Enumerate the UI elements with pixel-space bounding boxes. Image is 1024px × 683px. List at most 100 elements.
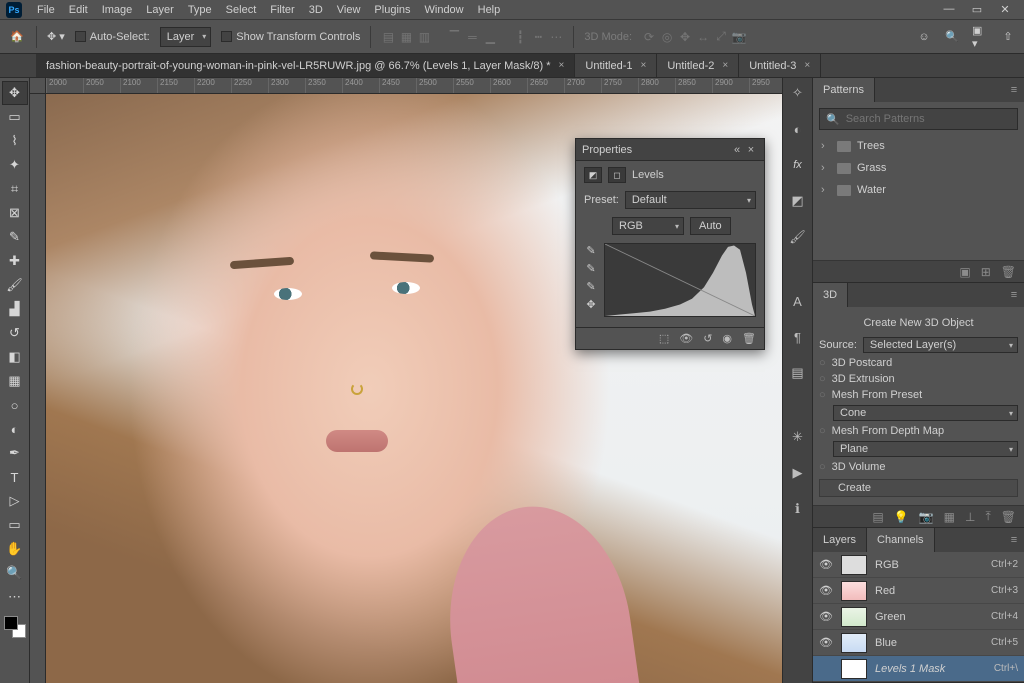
mask-icon[interactable]: ◻: [608, 167, 626, 183]
document-tab[interactable]: Untitled-2 ×: [657, 54, 739, 77]
distribute-v-icon[interactable]: ┅: [531, 30, 545, 44]
blur-tool[interactable]: ○: [3, 394, 27, 416]
info-dock-icon[interactable]: ℹ: [789, 500, 807, 518]
preview-icon[interactable]: ◉: [722, 332, 732, 345]
channel-row[interactable]: 👁GreenCtrl+4: [813, 604, 1024, 630]
align-right-icon[interactable]: ▥: [417, 30, 431, 44]
delete-adjustment-icon[interactable]: 🗑: [742, 332, 756, 345]
3d-opt-meshpreset[interactable]: Mesh From Preset: [819, 389, 1018, 401]
search-icon[interactable]: 🔍: [944, 29, 960, 45]
3d-opt-postcard[interactable]: 3D Postcard: [819, 357, 1018, 369]
slide-3d-icon[interactable]: ↔: [696, 30, 710, 44]
path-select-tool[interactable]: ▷: [3, 490, 27, 512]
menu-file[interactable]: File: [30, 2, 62, 18]
channel-row[interactable]: 👁RedCtrl+3: [813, 578, 1024, 604]
roll-3d-icon[interactable]: ◎: [660, 30, 674, 44]
hand-tool[interactable]: ✋: [3, 538, 27, 560]
menu-3d[interactable]: 3D: [302, 2, 330, 18]
toggle-visibility-icon[interactable]: 👁: [679, 332, 693, 345]
visibility-icon[interactable]: 👁: [819, 558, 833, 571]
frame-tool[interactable]: ⊠: [3, 202, 27, 224]
3d-meshpreset-dropdown[interactable]: Cone: [833, 405, 1018, 421]
dodge-tool[interactable]: ◐: [3, 418, 27, 440]
marquee-tool[interactable]: ▭: [3, 106, 27, 128]
quick-select-tool[interactable]: ✦: [3, 154, 27, 176]
share-icon[interactable]: ⇧: [1000, 29, 1016, 45]
move-tool[interactable]: ✥: [3, 82, 27, 104]
gray-point-picker-icon[interactable]: ✎: [584, 261, 598, 275]
zoom-tool[interactable]: 🔍: [3, 562, 27, 584]
auto-select-target-dropdown[interactable]: Layer: [160, 27, 212, 47]
document-tab[interactable]: Untitled-3 ×: [739, 54, 821, 77]
workspace-icon[interactable]: ▣ ▾: [972, 29, 988, 45]
close-panel-icon[interactable]: ×: [744, 144, 758, 156]
ruler-origin[interactable]: [30, 78, 46, 94]
patterns-search[interactable]: 🔍: [819, 108, 1018, 130]
adjustments-dock-icon[interactable]: ◩: [789, 192, 807, 210]
panel-tab-3d[interactable]: 3D: [813, 283, 848, 307]
menu-view[interactable]: View: [330, 2, 368, 18]
visibility-icon[interactable]: 👁: [819, 584, 833, 597]
navigator-dock-icon[interactable]: ✧: [789, 84, 807, 102]
edit-toolbar[interactable]: ⋯: [3, 586, 27, 608]
3d-light-icon[interactable]: 💡: [894, 510, 909, 524]
home-button[interactable]: 🏠: [8, 28, 26, 46]
3d-scene-icon[interactable]: ▦: [944, 510, 955, 524]
3d-opt-depthmap[interactable]: Mesh From Depth Map: [819, 425, 1018, 437]
lasso-tool[interactable]: ⌇: [3, 130, 27, 152]
menu-window[interactable]: Window: [418, 2, 471, 18]
3d-create-button[interactable]: Create: [819, 479, 1018, 497]
properties-header[interactable]: Properties « ×: [576, 139, 764, 161]
close-tab-icon[interactable]: ×: [640, 60, 646, 71]
close-tab-icon[interactable]: ×: [722, 60, 728, 71]
align-hcenter-icon[interactable]: ▦: [399, 30, 413, 44]
document-tab[interactable]: Untitled-1 ×: [575, 54, 657, 77]
ruler-vertical[interactable]: [30, 94, 46, 683]
character-dock-icon[interactable]: A: [789, 292, 807, 310]
3d-new-icon[interactable]: ⊥: [965, 510, 975, 524]
eraser-tool[interactable]: ◧: [3, 346, 27, 368]
preset-dropdown[interactable]: Default: [625, 191, 756, 209]
menu-layer[interactable]: Layer: [139, 2, 181, 18]
close-button[interactable]: ✕: [998, 3, 1012, 16]
new-group-icon[interactable]: ▣: [959, 265, 970, 279]
panel-tab-layers[interactable]: Layers: [813, 528, 867, 552]
pan-3d-icon[interactable]: ✥: [678, 30, 692, 44]
color-dock-icon[interactable]: ◐: [789, 120, 807, 138]
sample-point-icon[interactable]: ✥: [584, 297, 598, 311]
clip-to-layer-icon[interactable]: ⬚: [659, 332, 669, 345]
account-icon[interactable]: ☺: [916, 29, 932, 45]
visibility-icon[interactable]: 👁: [819, 636, 833, 649]
3d-depthmap-dropdown[interactable]: Plane: [833, 441, 1018, 457]
pen-tool[interactable]: ✒: [3, 442, 27, 464]
history-brush-tool[interactable]: ↺: [3, 322, 27, 344]
patterns-search-input[interactable]: [846, 113, 1011, 125]
adjustment-icon[interactable]: ◩: [584, 167, 602, 183]
align-more-icon[interactable]: ⋯: [549, 30, 563, 44]
close-tab-icon[interactable]: ×: [559, 60, 565, 71]
channel-row[interactable]: 👁BlueCtrl+5: [813, 630, 1024, 656]
pattern-folder[interactable]: ›Trees: [819, 138, 1018, 154]
styles-dock-icon[interactable]: fx: [789, 156, 807, 174]
panel-menu-icon[interactable]: ≡: [1004, 534, 1024, 546]
menu-select[interactable]: Select: [219, 2, 264, 18]
menu-type[interactable]: Type: [181, 2, 219, 18]
shape-tool[interactable]: ▭: [3, 514, 27, 536]
reset-icon[interactable]: ↺: [703, 332, 712, 345]
menu-image[interactable]: Image: [95, 2, 140, 18]
delete-pattern-icon[interactable]: 🗑: [1001, 265, 1016, 279]
3d-opt-extrusion[interactable]: 3D Extrusion: [819, 373, 1018, 385]
type-tool[interactable]: T: [3, 466, 27, 488]
stamp-tool[interactable]: ▟: [3, 298, 27, 320]
3d-delete-icon[interactable]: 🗑: [1001, 510, 1016, 524]
3d-opt-volume[interactable]: 3D Volume: [819, 461, 1018, 473]
distribute-h-icon[interactable]: ┇: [513, 30, 527, 44]
orbit-3d-icon[interactable]: ⟳: [642, 30, 656, 44]
toolpresets-dock-icon[interactable]: ▤: [789, 364, 807, 382]
menu-filter[interactable]: Filter: [263, 2, 301, 18]
menu-plugins[interactable]: Plugins: [367, 2, 417, 18]
3d-camera-icon[interactable]: 📷: [919, 510, 934, 524]
align-vcenter-icon[interactable]: ═: [465, 30, 479, 44]
ruler-horizontal[interactable]: 2000205021002150220022502300235024002450…: [46, 78, 782, 94]
healing-tool[interactable]: ✚: [3, 250, 27, 272]
